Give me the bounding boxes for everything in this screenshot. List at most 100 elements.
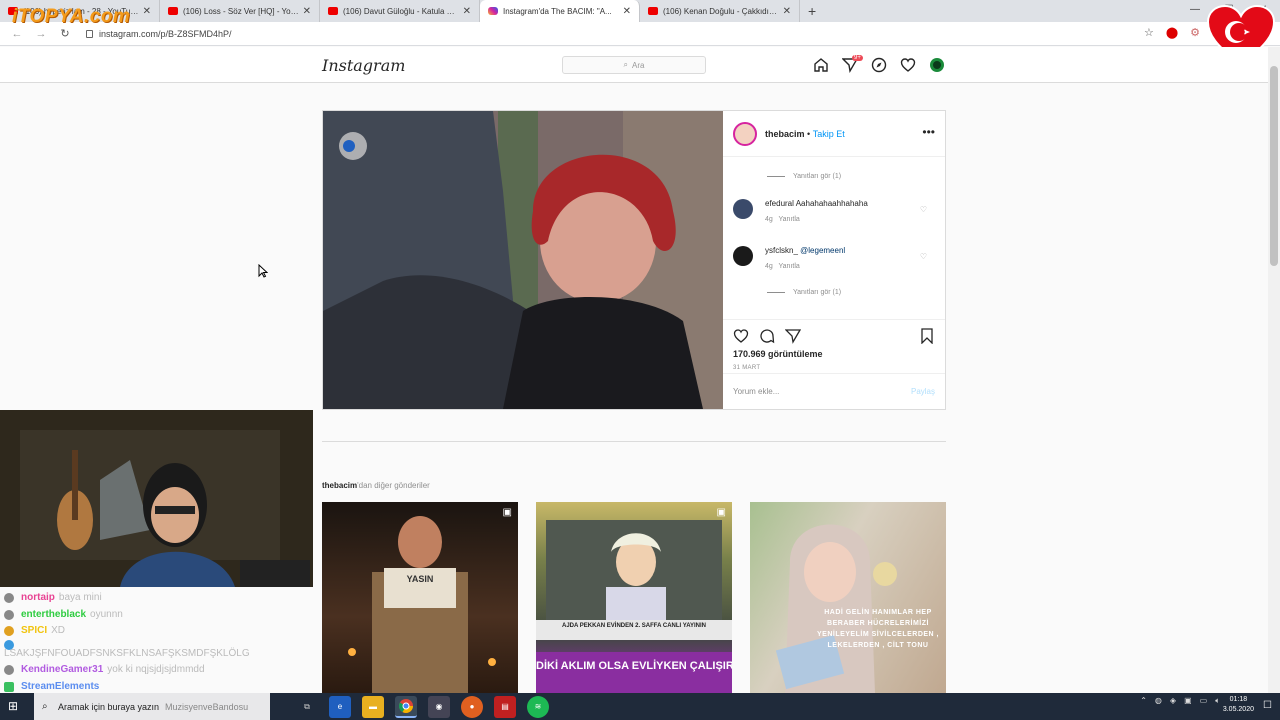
comment-icon[interactable]	[759, 328, 775, 344]
scrollbar-thumb[interactable]	[1270, 66, 1278, 266]
avatar[interactable]	[733, 121, 757, 146]
browser-tab[interactable]: (106) Davut Güloğlu - Katula Katula ✕	[320, 0, 480, 22]
close-icon[interactable]: ✕	[303, 6, 311, 17]
new-tab-button[interactable]: +	[808, 0, 816, 22]
close-icon[interactable]: ✕	[143, 6, 151, 17]
star-icon[interactable]: ☆	[1144, 26, 1154, 39]
user-badge-icon	[4, 665, 14, 676]
back-button[interactable]: ←	[10, 28, 24, 40]
chat-username: KendineGamer31	[21, 664, 104, 675]
scrolling-overlay-text: MuzisyenveBandosu	[165, 701, 249, 712]
username-link[interactable]: thebacim	[765, 129, 805, 139]
volume-icon[interactable]: 🔈︎	[1215, 696, 1220, 706]
spotify-icon[interactable]: ≋	[527, 695, 549, 718]
chevron-up-icon[interactable]: ⌃	[1140, 696, 1147, 706]
reload-button[interactable]: ↻	[58, 27, 72, 40]
youtube-icon	[328, 7, 338, 15]
comment-username[interactable]: efedural	[765, 199, 794, 208]
post-thumbnail[interactable]: HADİ GELİN HANIMLAR HEP BERABER HÜCRELER…	[750, 502, 946, 693]
reply-button[interactable]: Yanıtla	[779, 263, 800, 270]
more-options-icon[interactable]: •••	[922, 125, 935, 139]
stream-chat: nortaip baya mini entertheblack oyunnn SPI…	[4, 590, 314, 695]
comment-text: Aahahahaahhahaha	[795, 199, 868, 208]
obs-icon[interactable]: ●	[461, 695, 483, 718]
url-field[interactable]: instagram.com/p/B-Z8SFMD4hP/	[86, 29, 232, 39]
search-icon: ⌕	[623, 60, 629, 69]
close-icon[interactable]: ✕	[623, 6, 631, 17]
notification-badge: 9+	[852, 55, 863, 61]
post-author: thebacim • Takip Et	[765, 129, 845, 139]
reply-button[interactable]: Yanıtla	[779, 216, 800, 223]
extension-icon[interactable]: ⚙	[1190, 26, 1200, 39]
file-explorer-icon[interactable]: ▬	[362, 695, 384, 718]
steam-icon[interactable]: ◍	[1155, 696, 1162, 706]
profile-avatar[interactable]	[928, 56, 945, 73]
post-thumbnail[interactable]: ▣ YASIN	[322, 502, 518, 693]
user-badge-icon	[4, 681, 14, 692]
network-icon[interactable]: ▭	[1200, 696, 1208, 706]
post-video[interactable]	[323, 111, 723, 409]
close-icon[interactable]: ✕	[783, 6, 791, 17]
edge-icon[interactable]: e	[329, 695, 351, 718]
extension-icon[interactable]: ⬤	[1166, 26, 1178, 39]
forward-button[interactable]: →	[34, 28, 48, 40]
windows-start-icon[interactable]: ⊞	[8, 699, 18, 713]
more-posts-suffix: 'dan diğer gönderiler	[357, 481, 430, 490]
comment-username[interactable]: ysfclskn_	[765, 246, 798, 255]
browser-tab-active[interactable]: Instagram'da The BACIM: "A... ✕	[480, 0, 640, 22]
chrome-icon[interactable]	[395, 695, 417, 718]
video-icon: ▣	[502, 507, 512, 518]
tab-title: (106) Davut Güloğlu - Katula Katula	[343, 6, 459, 16]
browser-tab[interactable]: (106) Kenan Doğulu - Çakkıdı - Yo ✕	[640, 0, 800, 22]
comment-time: 4g	[765, 216, 773, 223]
post-comment-button[interactable]: Paylaş	[911, 387, 935, 396]
taskbar-search-placeholder: Aramak için buraya yazın	[58, 701, 160, 712]
post-thumbnail[interactable]: ▣ AJDA PEKKAN EVİNDEN 2. SAFFA CANLI YAY…	[536, 502, 732, 693]
post-date[interactable]: 31 MART	[733, 365, 935, 371]
instagram-icon	[488, 7, 498, 15]
comment-list[interactable]: Yanıtları gör (1) efedural Aahahahaahhah…	[723, 157, 945, 319]
bookmark-icon[interactable]	[919, 328, 935, 345]
comment-text[interactable]: @legemeenl	[800, 246, 845, 255]
taskbar-search-input[interactable]: ⌕ Aramak için buraya yazın MuzisyenveBan…	[34, 693, 270, 720]
chat-text: yok ki nqjsjdjsjdmmdd	[107, 664, 205, 675]
instagram-post: thebacim • Takip Et ••• Yanıtları gör (1…	[322, 110, 946, 410]
more-posts-user[interactable]: thebacim	[322, 481, 357, 490]
view-replies-button[interactable]: Yanıtları gör (1)	[767, 173, 841, 180]
explore-icon[interactable]	[870, 56, 887, 73]
tray-icon[interactable]: ▣	[1184, 696, 1192, 706]
webcam-image	[0, 410, 313, 587]
activity-heart-icon[interactable]	[899, 56, 916, 73]
avatar[interactable]	[733, 246, 753, 266]
avatar[interactable]	[733, 199, 753, 219]
search-input[interactable]: ⌕ Ara	[562, 56, 706, 74]
system-tray: ⌃ ◍ ◈ ▣ ▭ 🔈︎	[1140, 696, 1220, 706]
follow-button[interactable]: Takip Et	[813, 129, 845, 139]
instagram-header: Instagram ⌕ Ara 9+	[0, 47, 1268, 83]
view-replies-button[interactable]: Yanıtları gör (1)	[767, 289, 841, 296]
post-side-panel: thebacim • Takip Et ••• Yanıtları gör (1…	[723, 111, 945, 409]
task-view-icon[interactable]: ⧉	[296, 696, 318, 718]
video-icon: ▣	[716, 507, 726, 518]
youtube-icon	[168, 7, 178, 15]
chat-message: SPICI XD	[4, 623, 314, 640]
address-bar-actions: ☆ ⬤ ⚙	[1144, 26, 1200, 39]
browser-tab[interactable]: (106) Loss - Söz Ver [HQ] - YouTube ✕	[160, 0, 320, 22]
comment-input[interactable]: Yorum ekle... Paylaş	[723, 373, 945, 409]
comment-like-icon[interactable]: ♡	[920, 205, 927, 214]
header-nav-icons	[812, 56, 945, 73]
like-icon[interactable]	[733, 328, 749, 344]
windows-taskbar: ⊞ ⌕ Aramak için buraya yazın MuzisyenveB…	[0, 693, 1280, 720]
close-icon[interactable]: ✕	[463, 6, 471, 17]
voicemeeter-icon[interactable]: ▤	[494, 695, 516, 718]
taskbar-clock[interactable]: 01:18 3.05.2020	[1223, 695, 1254, 715]
tray-icon[interactable]: ◈	[1170, 696, 1176, 706]
notifications-icon[interactable]: ☐	[1263, 700, 1272, 711]
app-icon[interactable]: ◉	[428, 695, 450, 718]
home-icon[interactable]	[812, 56, 829, 73]
chat-message-continued: LSAKJŞFNFOUADFSNKSFKLNSAFŞKSMDFŞKLÖLG	[4, 646, 314, 663]
comment-like-icon[interactable]: ♡	[920, 252, 927, 261]
chat-username: SPICI	[21, 625, 48, 636]
instagram-logo[interactable]: Instagram	[322, 56, 405, 75]
share-icon[interactable]	[784, 328, 802, 344]
